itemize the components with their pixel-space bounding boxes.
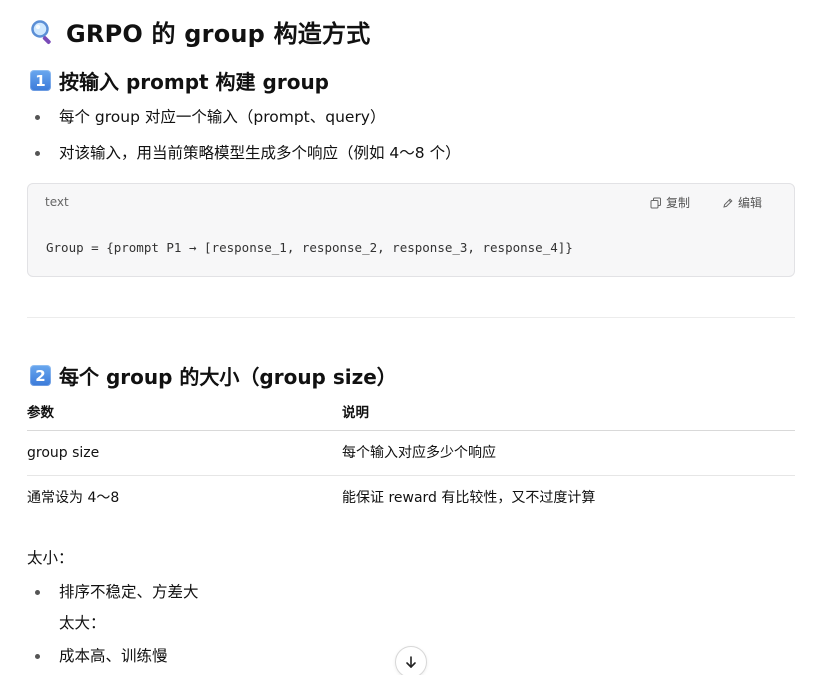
table-cell: group size <box>27 445 100 461</box>
table-header-cell: 说明 <box>342 405 369 421</box>
list-item: 排序不稳定、方差大 <box>35 574 199 610</box>
title-text: GRPO 的 group 构造方式 <box>66 20 371 48</box>
copy-icon <box>650 197 662 209</box>
keycap-2-icon: 2 <box>30 365 51 386</box>
magnifier-icon <box>30 19 56 45</box>
section-2-heading-text: 每个 group 的大小（group size） <box>59 365 397 389</box>
group-size-table: 参数 说明 group size 每个输入对应多少个响应 通常设为 4～8 能保… <box>27 397 795 520</box>
table-cell: 通常设为 4～8 <box>27 490 120 506</box>
copy-button[interactable]: 复制 <box>650 194 690 211</box>
table-row: 通常设为 4～8 能保证 reward 有比较性，又不过度计算 <box>27 476 795 520</box>
list-item: 对该输入，用当前策略模型生成多个响应（例如 4～8 个） <box>35 135 461 171</box>
too-small-label: 太小： <box>27 549 74 567</box>
table-row: group size 每个输入对应多少个响应 <box>27 431 795 476</box>
scroll-to-bottom-button[interactable] <box>395 646 427 675</box>
section-1-heading-text: 按输入 prompt 构建 group <box>59 70 329 94</box>
table-header-cell: 参数 <box>27 405 54 421</box>
list-item: 每个 group 对应一个输入（prompt、query） <box>35 99 461 135</box>
edit-button[interactable]: 编辑 <box>722 194 762 211</box>
copy-button-label: 复制 <box>666 196 691 210</box>
section-2-heading: 2 每个 group 的大小（group size） <box>30 361 397 390</box>
section-1-heading: 1 按输入 prompt 构建 group <box>30 66 329 95</box>
list-item: 成本高、训练慢 <box>35 638 168 674</box>
edit-button-label: 编辑 <box>738 196 763 210</box>
chat-message-content: GRPO 的 group 构造方式 1 按输入 prompt 构建 group … <box>0 0 830 675</box>
code-block: text 复制 编辑 Group = {prompt P1 → [respons… <box>27 183 795 277</box>
section-1-bullet-list: 每个 group 对应一个输入（prompt、query） 对该输入，用当前策略… <box>35 99 461 171</box>
section-divider <box>27 317 795 318</box>
too-large-bullet-list: 成本高、训练慢 <box>35 638 168 674</box>
table-cell: 能保证 reward 有比较性，又不过度计算 <box>342 490 596 506</box>
keycap-1-icon: 1 <box>30 70 51 91</box>
too-small-bullet-list: 排序不稳定、方差大 <box>35 574 199 610</box>
table-cell: 每个输入对应多少个响应 <box>342 445 496 461</box>
too-large-label: 太大： <box>59 614 106 632</box>
pencil-icon <box>722 197 734 209</box>
page-title: GRPO 的 group 构造方式 <box>30 14 370 49</box>
code-language-label: text <box>45 195 69 209</box>
table-header-row: 参数 说明 <box>27 397 795 431</box>
code-content: Group = {prompt P1 → [response_1, respon… <box>46 240 573 255</box>
arrow-down-icon <box>404 655 418 669</box>
